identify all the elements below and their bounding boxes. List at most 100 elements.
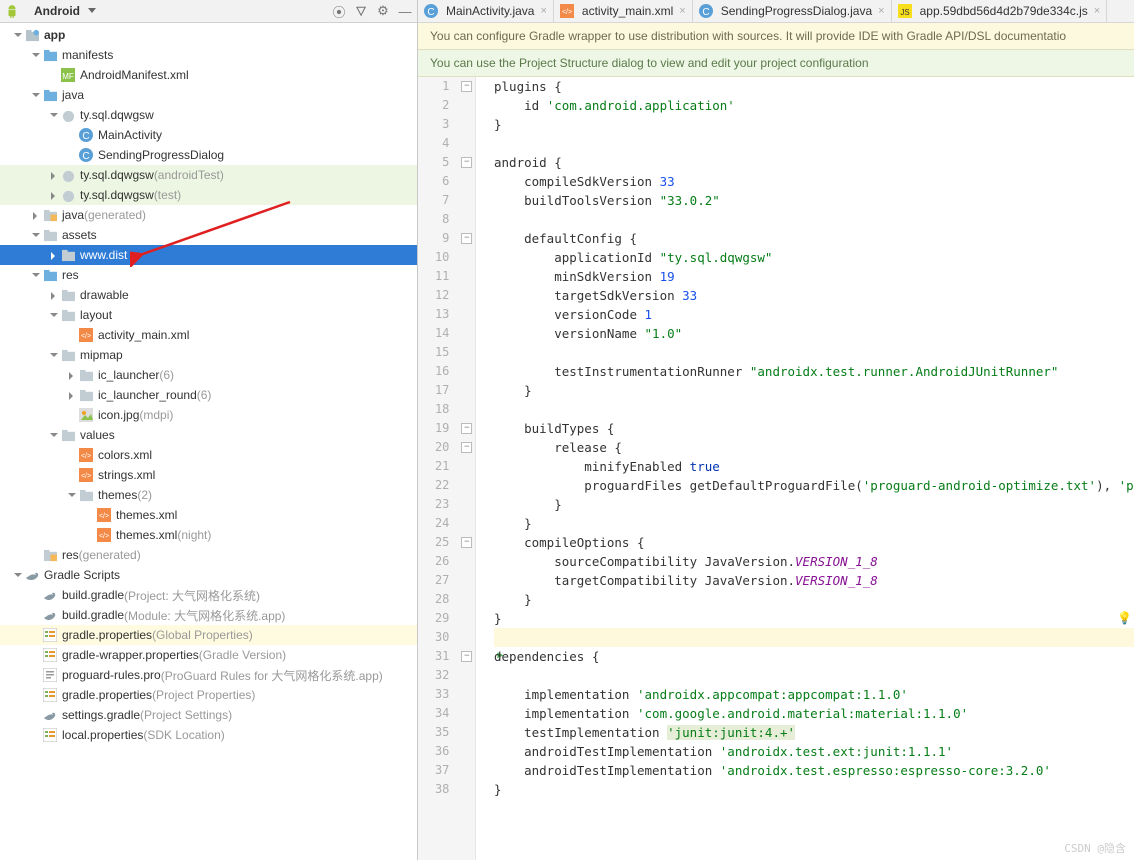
close-icon[interactable]: × <box>1094 5 1100 17</box>
tree-row[interactable]: local.properties (SDK Location) <box>0 725 417 745</box>
code-line[interactable]: buildTypes { <box>494 419 1134 438</box>
gradle-wrapper-banner[interactable]: You can configure Gradle wrapper to use … <box>418 23 1134 50</box>
chevron-down-icon[interactable] <box>46 308 60 322</box>
editor-tab[interactable]: JSapp.59dbd56d4d2b79de334c.js× <box>892 0 1108 22</box>
code-line[interactable]: targetCompatibility JavaVersion.VERSION_… <box>494 571 1134 590</box>
code-line[interactable]: buildToolsVersion "33.0.2" <box>494 191 1134 210</box>
tree-row[interactable]: gradle.properties (Global Properties) <box>0 625 417 645</box>
tree-row[interactable]: ty.sql.dqwgsw (test) <box>0 185 417 205</box>
fold-icon[interactable]: − <box>461 423 472 434</box>
code-line[interactable]: }💡 <box>494 609 1134 628</box>
close-icon[interactable]: × <box>878 5 884 17</box>
tree-row[interactable]: </>themes.xml (night) <box>0 525 417 545</box>
code-line[interactable]: compileOptions { <box>494 533 1134 552</box>
code-line[interactable]: plugins { <box>494 77 1134 96</box>
code-line[interactable]: } <box>494 495 1134 514</box>
code-line[interactable]: } <box>494 780 1134 799</box>
target-icon[interactable]: ⦿ <box>331 3 347 19</box>
tree-row[interactable]: mipmap <box>0 345 417 365</box>
project-tree[interactable]: appmanifestsMFAndroidManifest.xmljavaty.… <box>0 23 417 860</box>
code-line[interactable]: defaultConfig { <box>494 229 1134 248</box>
chevron-down-icon[interactable] <box>28 268 42 282</box>
code-line[interactable]: android { <box>494 153 1134 172</box>
tree-row[interactable]: layout <box>0 305 417 325</box>
tree-row[interactable]: assets <box>0 225 417 245</box>
close-icon[interactable]: × <box>679 5 685 17</box>
project-structure-banner[interactable]: You can use the Project Structure dialog… <box>418 50 1134 77</box>
chevron-down-icon[interactable] <box>10 28 24 42</box>
chevron-right-icon[interactable] <box>28 208 42 222</box>
code-line[interactable]: } <box>494 590 1134 609</box>
editor-tab[interactable]: </>activity_main.xml× <box>554 0 693 22</box>
fold-icon[interactable]: − <box>461 651 472 662</box>
tree-row[interactable]: res <box>0 265 417 285</box>
tree-row[interactable]: ty.sql.dqwgsw (androidTest) <box>0 165 417 185</box>
tree-row[interactable]: </>strings.xml <box>0 465 417 485</box>
tree-row[interactable]: build.gradle (Project: 大气网格化系统) <box>0 585 417 605</box>
code-line[interactable]: sourceCompatibility JavaVersion.VERSION_… <box>494 552 1134 571</box>
chevron-down-icon[interactable] <box>46 428 60 442</box>
code-line[interactable]: implementation 'androidx.appcompat:appco… <box>494 685 1134 704</box>
code-line[interactable]: testInstrumentationRunner "androidx.test… <box>494 362 1134 381</box>
fold-icon[interactable]: − <box>461 157 472 168</box>
code-editor[interactable]: 1234567891011121314151617181920212223242… <box>418 77 1134 860</box>
chevron-down-icon[interactable] <box>10 568 24 582</box>
tree-row[interactable]: ty.sql.dqwgsw <box>0 105 417 125</box>
tree-row[interactable]: java (generated) <box>0 205 417 225</box>
view-title[interactable]: Android <box>30 4 80 18</box>
code-line[interactable] <box>494 210 1134 229</box>
editor-tab[interactable]: CMainActivity.java× <box>418 0 554 22</box>
code-line[interactable]: } <box>494 514 1134 533</box>
chevron-down-icon[interactable] <box>46 108 60 122</box>
tree-row[interactable]: Gradle Scripts <box>0 565 417 585</box>
fold-icon[interactable]: − <box>461 233 472 244</box>
tree-row[interactable]: </>activity_main.xml <box>0 325 417 345</box>
gear-icon[interactable]: ⚙ <box>375 3 391 19</box>
chevron-right-icon[interactable] <box>46 168 60 182</box>
code-line[interactable]: proguardFiles getDefaultProguardFile('pr… <box>494 476 1134 495</box>
filter-icon[interactable]: 🜄 <box>353 3 369 19</box>
tree-row[interactable]: CSendingProgressDialog <box>0 145 417 165</box>
tree-row[interactable]: drawable <box>0 285 417 305</box>
tree-row[interactable]: gradle.properties (Project Properties) <box>0 685 417 705</box>
chevron-down-icon[interactable] <box>46 348 60 362</box>
fold-icon[interactable]: − <box>461 537 472 548</box>
code-line[interactable]: release { <box>494 438 1134 457</box>
code-line[interactable]: versionCode 1 <box>494 305 1134 324</box>
code-line[interactable]: compileSdkVersion 33 <box>494 172 1134 191</box>
code-line[interactable] <box>494 628 1134 647</box>
chevron-right-icon[interactable] <box>64 368 78 382</box>
chevron-down-icon[interactable] <box>28 228 42 242</box>
code-line[interactable] <box>494 666 1134 685</box>
tree-row[interactable]: ic_launcher_round (6) <box>0 385 417 405</box>
code-line[interactable]: testImplementation 'junit:junit:4.+' <box>494 723 1134 742</box>
code-line[interactable] <box>494 343 1134 362</box>
chevron-down-icon[interactable] <box>64 488 78 502</box>
tree-row[interactable]: build.gradle (Module: 大气网格化系统.app) <box>0 605 417 625</box>
code-line[interactable]: id 'com.android.application' <box>494 96 1134 115</box>
tree-row[interactable]: ic_launcher (6) <box>0 365 417 385</box>
tree-row[interactable]: icon.jpg (mdpi) <box>0 405 417 425</box>
chevron-right-icon[interactable] <box>46 248 60 262</box>
tree-row[interactable]: values <box>0 425 417 445</box>
chevron-right-icon[interactable] <box>46 188 60 202</box>
tree-row[interactable]: www.dist <box>0 245 417 265</box>
editor-content[interactable]: plugins { id 'com.android.application'}a… <box>476 77 1134 860</box>
close-icon[interactable]: × <box>540 5 546 17</box>
tree-row[interactable]: </>colors.xml <box>0 445 417 465</box>
tree-row[interactable]: settings.gradle (Project Settings) <box>0 705 417 725</box>
tree-row[interactable]: MFAndroidManifest.xml <box>0 65 417 85</box>
chevron-right-icon[interactable] <box>64 388 78 402</box>
tree-row[interactable]: manifests <box>0 45 417 65</box>
intention-bulb-icon[interactable]: 💡 <box>1117 609 1132 628</box>
code-line[interactable]: androidTestImplementation 'androidx.test… <box>494 761 1134 780</box>
tree-row[interactable]: app <box>0 25 417 45</box>
code-line[interactable] <box>494 134 1134 153</box>
code-line[interactable]: dependencies { <box>494 647 1134 666</box>
tree-row[interactable]: CMainActivity <box>0 125 417 145</box>
tree-row[interactable]: proguard-rules.pro (ProGuard Rules for 大… <box>0 665 417 685</box>
code-line[interactable]: minifyEnabled true <box>494 457 1134 476</box>
code-line[interactable]: targetSdkVersion 33 <box>494 286 1134 305</box>
chevron-down-icon[interactable] <box>88 8 96 15</box>
code-line[interactable]: versionName "1.0" <box>494 324 1134 343</box>
